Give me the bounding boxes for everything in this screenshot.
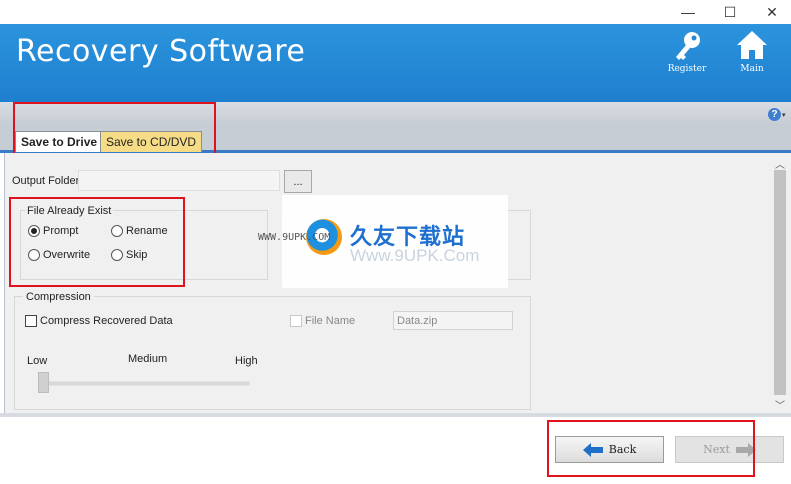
close-button[interactable]: ✕ (752, 0, 791, 24)
level-low-label: Low (27, 355, 48, 367)
close-icon: ✕ (766, 3, 778, 20)
compression-slider-track[interactable] (42, 381, 250, 386)
highlight-box-file-exist (9, 197, 185, 287)
key-icon (676, 32, 700, 60)
app-title: Recovery Software (16, 34, 306, 69)
compression-slider-thumb[interactable] (38, 372, 49, 393)
maximize-button[interactable]: ☐ (710, 0, 750, 24)
highlight-box-nav (547, 420, 755, 477)
compress-checkbox-box (25, 315, 37, 327)
file-name-checkbox-box (290, 315, 302, 327)
watermark-site: WWW.9UPK.COM (258, 232, 331, 243)
minimize-button[interactable]: — (668, 0, 708, 24)
file-name-checkbox[interactable]: File Name (290, 315, 355, 327)
help-icon[interactable]: ? (768, 108, 781, 121)
register-label: Register (667, 64, 707, 74)
main-button[interactable]: Main (724, 28, 780, 98)
watermark-url: Www.9UPK.Com (350, 246, 480, 265)
main-label: Main (740, 64, 764, 74)
register-button[interactable]: Register (659, 28, 715, 98)
browse-button[interactable]: ... (284, 170, 312, 193)
help-dropdown-icon[interactable]: ▾ (782, 111, 786, 119)
maximize-icon: ☐ (723, 3, 737, 20)
output-folder-label: Output Folder (12, 175, 80, 187)
file-name-input[interactable]: Data.zip (393, 311, 513, 330)
output-folder-input[interactable] (78, 170, 280, 191)
home-icon (737, 31, 767, 59)
scroll-down-icon[interactable]: ﹀ (774, 397, 786, 412)
compress-checkbox[interactable]: Compress Recovered Data (25, 315, 173, 327)
bottom-divider (0, 413, 791, 417)
scrollbar-thumb[interactable] (774, 170, 786, 395)
minimize-icon: — (681, 4, 695, 20)
scroll-up-icon[interactable]: ︿ (774, 156, 786, 171)
level-medium-label: Medium (128, 353, 168, 365)
level-high-label: High (235, 355, 258, 367)
compression-label: Compression (23, 291, 94, 303)
